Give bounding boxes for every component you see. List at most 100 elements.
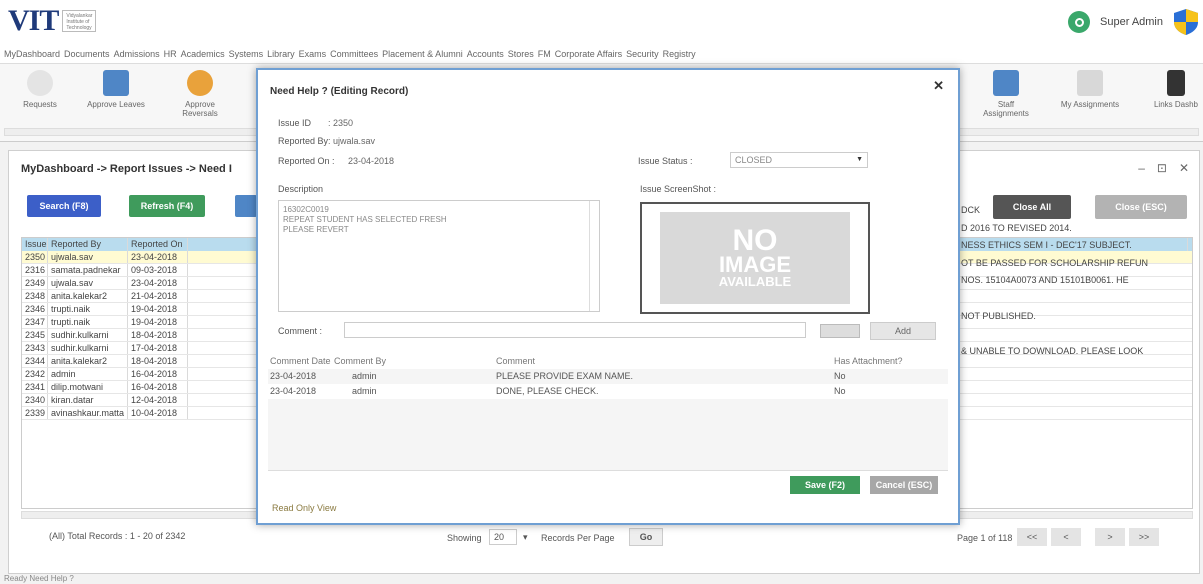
reported-by-value: : ujwala.sav [328,136,376,146]
requests-button[interactable]: Requests [10,70,70,109]
cell-by: ujwala.sav [48,251,128,263]
menu-item[interactable]: Documents [64,49,110,59]
chevron-down-icon: ▼ [856,156,863,163]
minimize-icon[interactable]: – [1138,161,1145,175]
menu-item[interactable]: Committees [330,49,378,59]
approve-reversals-button[interactable]: Approve Reversals [170,70,230,118]
last-page-button[interactable]: >> [1129,528,1159,546]
main-menu: MyDashboard Documents Admissions HR Acad… [0,44,1203,64]
user-avatar-icon[interactable] [1068,11,1091,33]
no-image-placeholder: NO IMAGE AVAILABLE [660,212,850,304]
menu-item[interactable]: Library [267,49,295,59]
issue-id-label: Issue ID [278,118,312,128]
cell-on: 19-04-2018 [128,303,188,315]
extra-button[interactable] [235,195,257,217]
menu-item[interactable]: Systems [229,49,264,59]
breadcrumb: MyDashboard -> Report Issues -> Need I [21,163,232,175]
next-page-button[interactable]: > [1095,528,1125,546]
menu-item[interactable]: Stores [508,49,534,59]
first-page-button[interactable]: << [1017,528,1047,546]
comments-header: Comment Date Comment By Comment Has Atta… [268,354,948,369]
refresh-button[interactable]: Refresh (F4) [129,195,205,217]
close-icon[interactable]: ✕ [1179,161,1189,175]
remark-text: OT BE PASSED FOR SCHOLARSHIP REFUN [961,257,1149,268]
user-name[interactable]: Super Admin [1100,16,1163,28]
menu-item[interactable]: Security [626,49,659,59]
remark-text: NOS. 15104A0073 AND 15101B0061. HE [961,275,1129,286]
add-comment-button[interactable]: Add [870,322,936,340]
restore-icon[interactable]: ⊡ [1157,161,1167,175]
cell-on: 12-04-2018 [128,394,188,406]
no-image-text-2: IMAGE [718,252,792,277]
comment-row[interactable]: 23-04-2018 admin DONE, PLEASE CHECK. No [268,384,948,399]
cell-by: kiran.datar [48,394,128,406]
chevron-down-icon[interactable]: ▾ [523,532,528,543]
comment-date: 23-04-2018 [270,371,317,381]
comment-by: admin [352,386,377,396]
cell-by: anita.kalekar2 [48,355,128,367]
cell-by: ujwala.sav [48,277,128,289]
approve-leaves-button[interactable]: Approve Leaves [86,70,146,109]
cell-on: 23-04-2018 [128,277,188,289]
page-size-select[interactable]: 20 [489,529,517,545]
description-label: Description [278,184,324,194]
go-button[interactable]: Go [629,528,663,546]
cell-id: 2339 [22,407,48,419]
menu-item[interactable]: MyDashboard [4,49,60,59]
staff-assignments-button[interactable]: Staff Assignments [976,70,1036,118]
issue-remarks-column: DCK D 2016 TO REVISED 2014. NESS ETHICS … [961,205,1199,363]
cell-by: trupti.naik [48,303,128,315]
cell-by: admin [48,368,128,380]
comment-attachment: No [834,386,846,396]
menu-item[interactable]: Accounts [467,49,504,59]
no-image-text-1: NO [732,224,778,257]
remark-text: DCK [961,205,981,215]
edit-doc-icon [1077,70,1103,96]
app-header: VIT Vidyalankar Institute of Technology … [0,0,1203,44]
page-info: Page 1 of 118 [957,533,1013,543]
links-label: Links Dashb [1153,100,1199,109]
description-textarea[interactable]: 16302C0019 REPEAT STUDENT HAS SELECTED F… [278,200,600,312]
close-icon[interactable]: ✕ [933,78,944,94]
cell-id: 2343 [22,342,48,354]
vit-logo: VIT Vidyalankar Institute of Technology [8,4,97,38]
col-issue-id[interactable]: Issue ID [22,238,48,251]
comments-table: Comment Date Comment By Comment Has Atta… [268,354,948,470]
link-icon [1167,70,1185,96]
col-reported-on[interactable]: Reported On [128,238,188,251]
my-assignments-button[interactable]: My Assignments [1060,70,1120,109]
col-reported-by[interactable]: Reported By [48,238,128,251]
save-button[interactable]: Save (F2) [790,476,860,494]
attachment-icon[interactable] [820,324,860,338]
need-help-dialog: Need Help ? (Editing Record) ✕ Issue ID … [256,68,960,525]
cell-by: dilip.motwani [48,381,128,393]
cell-id: 2347 [22,316,48,328]
cell-by: trupti.naik [48,316,128,328]
menu-item[interactable]: Admissions [114,49,160,59]
cell-on: 16-04-2018 [128,368,188,380]
links-dashboard-button[interactable]: Links Dashb [1150,70,1202,109]
menu-item[interactable]: Exams [299,49,327,59]
panel-controls: – ⊡ ✕ [1138,161,1189,175]
cell-id: 2316 [22,264,48,276]
description-line: REPEAT STUDENT HAS SELECTED FRESH [283,215,447,224]
menu-item[interactable]: Placement & Alumni [382,49,463,59]
comment-row[interactable]: 23-04-2018 admin PLEASE PROVIDE EXAM NAM… [268,369,948,384]
menu-item[interactable]: Registry [663,49,696,59]
reported-on-value: 23-04-2018 [348,156,395,166]
menu-item[interactable]: Academics [181,49,225,59]
menu-item[interactable]: Corporate Affairs [555,49,622,59]
issue-status-select[interactable]: CLOSED ▼ [730,152,868,168]
cell-id: 2342 [22,368,48,380]
menu-item[interactable]: FM [538,49,551,59]
cancel-button[interactable]: Cancel (ESC) [870,476,938,494]
menu-item[interactable]: HR [164,49,177,59]
search-button[interactable]: Search (F8) [27,195,101,217]
description-line: 16302C0019 [283,205,329,214]
user-area: Super Admin [1068,8,1199,36]
reported-by-label: Reported By [278,136,329,146]
textarea-scrollbar[interactable] [589,201,599,311]
remark-text [961,293,1199,306]
comment-input[interactable] [344,322,806,338]
prev-page-button[interactable]: < [1051,528,1081,546]
